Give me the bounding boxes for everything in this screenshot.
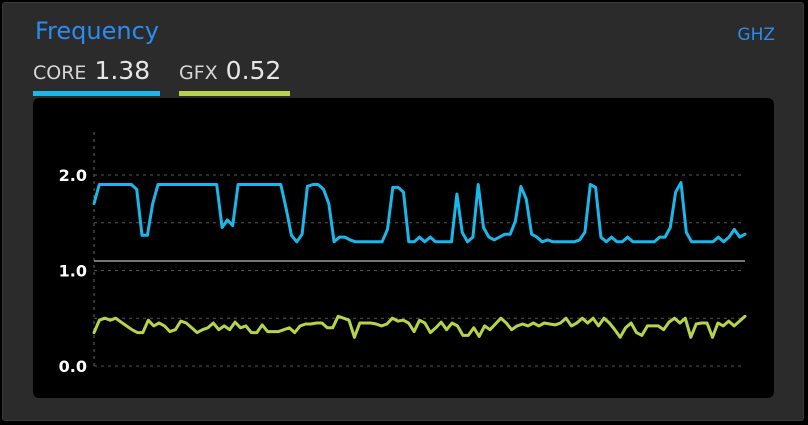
y-tick-label: 2.0 <box>59 166 87 185</box>
panel-title: Frequency <box>35 17 159 45</box>
y-tick-label: 1.0 <box>59 261 87 280</box>
unit-label: GHZ <box>737 25 775 45</box>
core-metric: CORE 1.38 <box>33 56 160 96</box>
core-value: 1.38 <box>94 56 151 85</box>
core-color-bar <box>33 91 160 96</box>
core-label: CORE <box>33 62 87 84</box>
gfx-metric: GFX 0.52 <box>179 56 290 96</box>
gfx-series-line <box>92 314 747 339</box>
core-series-line <box>92 181 747 244</box>
gfx-label: GFX <box>179 62 218 84</box>
gfx-value: 0.52 <box>225 56 282 85</box>
frequency-chart-svg: 2.0 1.0 0.0 <box>59 132 747 376</box>
frequency-chart: 2.0 1.0 0.0 <box>33 98 774 398</box>
gfx-color-bar <box>179 91 290 96</box>
y-tick-label: 0.0 <box>59 357 87 376</box>
